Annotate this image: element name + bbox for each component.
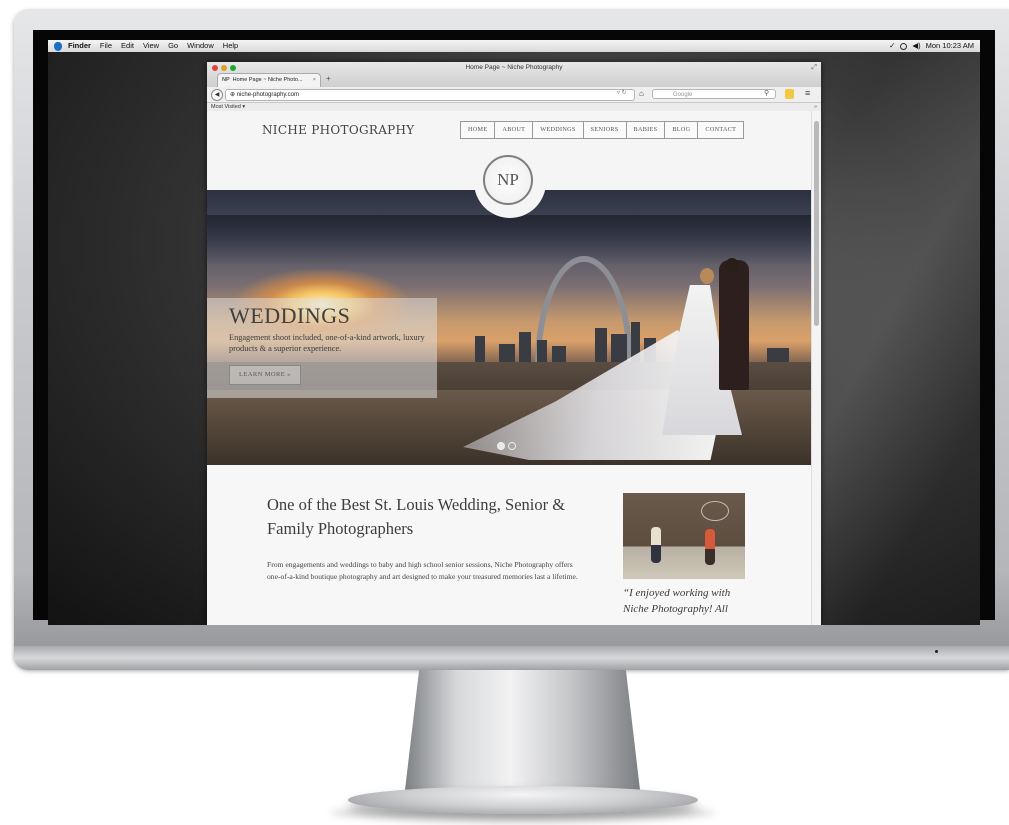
window-title: Home Page ~ Niche Photography bbox=[465, 64, 563, 71]
volume-icon[interactable]: ◀) bbox=[912, 40, 920, 52]
nav-seniors[interactable]: SENIORS bbox=[583, 122, 627, 138]
url-bar[interactable]: ⊕ niche-photography.com bbox=[225, 89, 635, 101]
hero-slider: WEDDINGS Engagement shoot included, one-… bbox=[207, 190, 811, 465]
globe-icon: ⊕ bbox=[230, 92, 236, 98]
new-tab-button[interactable]: + bbox=[326, 74, 331, 83]
page-scrollbar[interactable] bbox=[811, 111, 821, 625]
menu-finder[interactable]: Finder bbox=[68, 40, 91, 52]
site-nav: HOME ABOUT WEDDINGS SENIORS BABIES BLOG … bbox=[460, 121, 745, 139]
search-input[interactable]: Google bbox=[652, 89, 776, 99]
fullscreen-icon[interactable]: ⤢ bbox=[811, 64, 817, 72]
person bbox=[705, 529, 715, 565]
bride-head bbox=[700, 268, 714, 284]
menu-file[interactable]: File bbox=[100, 40, 112, 52]
url-text: niche-photography.com bbox=[236, 92, 299, 98]
hero-clouds bbox=[207, 215, 811, 265]
monogram-logo[interactable]: NP bbox=[474, 146, 546, 218]
power-led bbox=[935, 650, 938, 653]
home-icon[interactable]: ⌂ bbox=[639, 89, 644, 98]
reload-icon[interactable]: ▿ ↻ bbox=[617, 89, 627, 96]
scrollbar-thumb[interactable] bbox=[814, 121, 819, 326]
back-icon[interactable]: ◀ bbox=[211, 89, 223, 101]
menu-window[interactable]: Window bbox=[187, 40, 214, 52]
favicon-icon: NP bbox=[222, 77, 230, 83]
nav-weddings[interactable]: WEDDINGS bbox=[533, 122, 584, 138]
web-page: NICHE PHOTOGRAPHY HOME ABOUT WEDDINGS SE… bbox=[207, 111, 811, 625]
menu-view[interactable]: View bbox=[143, 40, 159, 52]
nav-about[interactable]: ABOUT bbox=[495, 122, 534, 138]
browser-titlebar: Home Page ~ Niche Photography ⤢ NP Home … bbox=[207, 62, 821, 87]
groom bbox=[719, 260, 749, 390]
hero-title: WEDDINGS bbox=[229, 303, 351, 328]
person bbox=[651, 527, 661, 563]
desktop: Finder File Edit View Go Window Help ✓ ◀… bbox=[48, 40, 980, 625]
checkmark-icon[interactable]: ✓ bbox=[889, 40, 895, 52]
learn-more-button[interactable]: LEARN MORE » bbox=[229, 365, 301, 385]
tab-close-icon[interactable]: × bbox=[313, 74, 316, 87]
menubar-status-area: ✓ ◀) Mon 10:23 AM bbox=[889, 40, 974, 52]
monitor-stand-neck bbox=[405, 670, 640, 790]
most-visited-link[interactable]: Most Visited ▾ bbox=[211, 104, 245, 110]
tab-title: Home Page ~ Niche Photo... bbox=[232, 77, 303, 83]
menu-help[interactable]: Help bbox=[223, 40, 238, 52]
search-icon[interactable]: ⚲ bbox=[764, 89, 769, 97]
hero-text: Engagement shoot included, one-of-a-kind… bbox=[229, 333, 425, 353]
browser-toolbar: ◀ ⊕ niche-photography.com ▿ ↻ ⌂ Google ⚲… bbox=[207, 87, 821, 103]
site-logo[interactable]: NICHE PHOTOGRAPHY bbox=[262, 123, 415, 137]
apple-icon[interactable] bbox=[54, 41, 62, 51]
menu-icon[interactable]: ≡ bbox=[805, 88, 810, 98]
testimonial-quote: “I enjoyed working with Niche Photograph… bbox=[623, 587, 731, 615]
bookmark-icon[interactable] bbox=[785, 89, 794, 99]
monitor-chin bbox=[14, 646, 1009, 670]
menu-go[interactable]: Go bbox=[168, 40, 178, 52]
monitor-stand-base bbox=[348, 786, 698, 814]
hero-caption: WEDDINGS Engagement shoot included, one-… bbox=[207, 298, 437, 398]
time-machine-icon[interactable] bbox=[900, 42, 908, 50]
tab-home-page[interactable]: NP Home Page ~ Niche Photo... × bbox=[217, 73, 321, 87]
nav-contact[interactable]: CONTACT bbox=[698, 122, 744, 138]
wall-art bbox=[701, 501, 729, 521]
slider-dots bbox=[497, 442, 516, 450]
nav-home[interactable]: HOME bbox=[461, 122, 496, 138]
bookmarks-overflow-icon[interactable]: » bbox=[814, 103, 817, 111]
groom-head bbox=[725, 258, 739, 273]
menubar-clock[interactable]: Mon 10:23 AM bbox=[926, 40, 974, 52]
page-headline: One of the Best St. Louis Wedding, Senio… bbox=[267, 495, 566, 538]
slider-dot-2[interactable] bbox=[508, 442, 516, 450]
testimonial-photo bbox=[623, 493, 745, 579]
slider-dot-1[interactable] bbox=[497, 442, 505, 450]
nav-babies[interactable]: BABIES bbox=[626, 122, 666, 138]
nav-blog[interactable]: BLOG bbox=[665, 122, 699, 138]
menu-edit[interactable]: Edit bbox=[121, 40, 134, 52]
monogram-text: NP bbox=[483, 155, 533, 205]
intro-paragraph: From engagements and weddings to baby an… bbox=[267, 560, 578, 581]
menubar: Finder File Edit View Go Window Help ✓ ◀… bbox=[48, 40, 980, 52]
browser-window: Home Page ~ Niche Photography ⤢ NP Home … bbox=[207, 62, 821, 625]
intro-section: One of the Best St. Louis Wedding, Senio… bbox=[207, 465, 811, 625]
